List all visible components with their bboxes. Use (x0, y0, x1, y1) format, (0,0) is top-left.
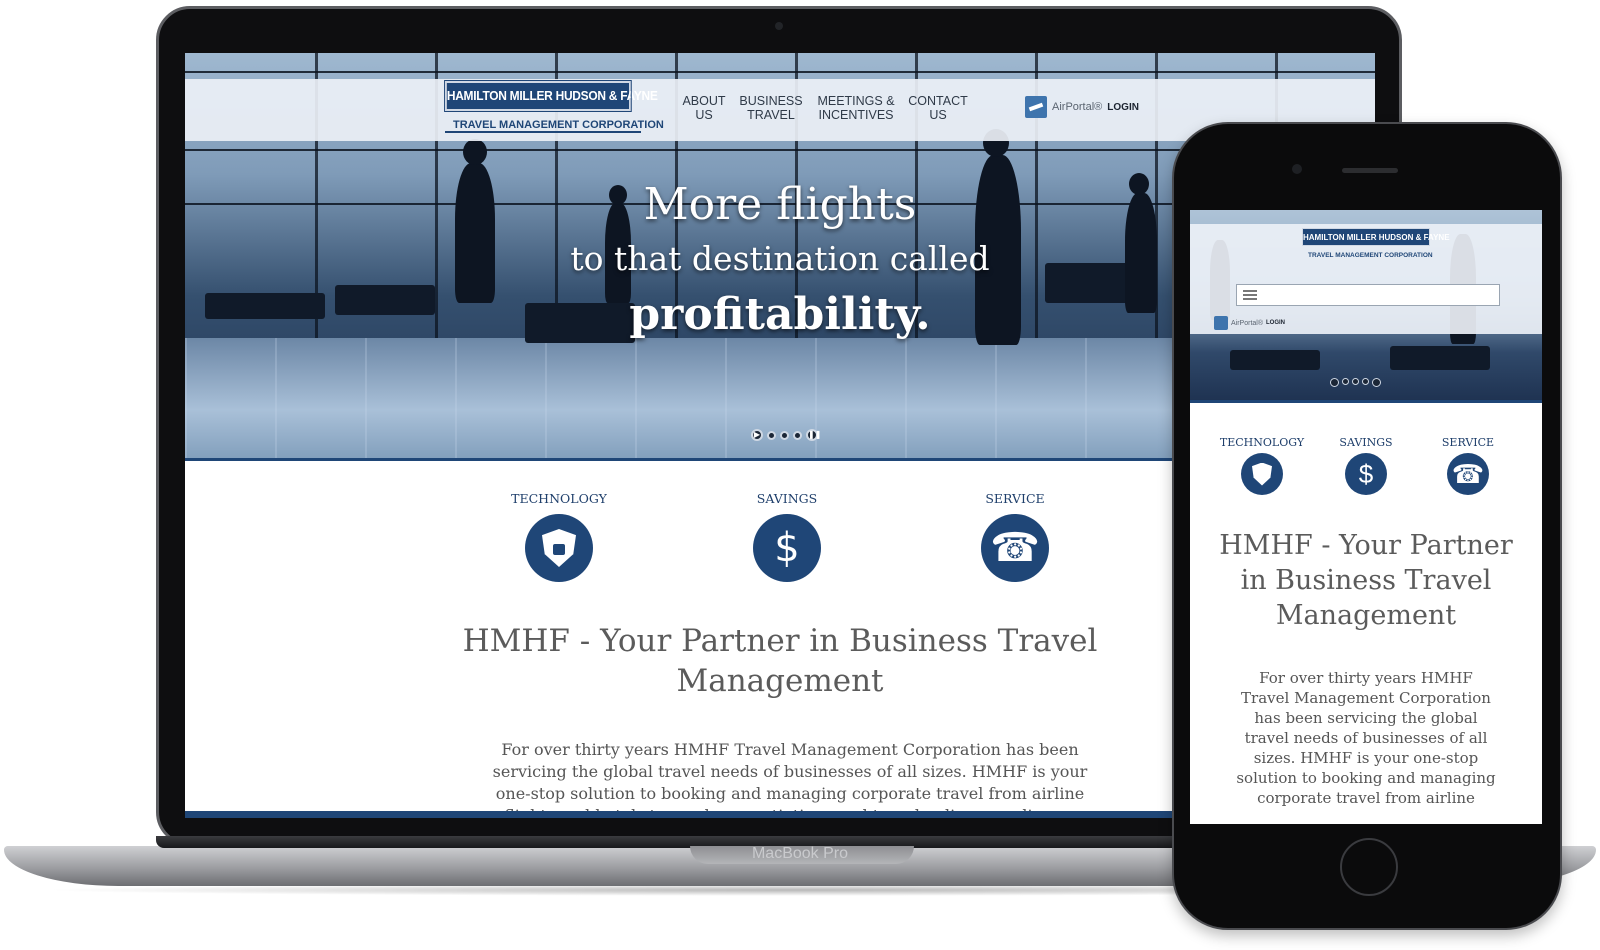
phone-home-button[interactable] (1340, 838, 1398, 896)
mobile-slider-controls (1330, 378, 1381, 387)
phone-camera (1292, 164, 1302, 174)
phone-screen: HAMILTON MILLER HUDSON & FAYNE TRAVEL MA… (1190, 210, 1542, 824)
feature-title: SERVICE (985, 491, 1045, 506)
logo-underline (445, 131, 641, 133)
slider-controls: ▶ ❚❚ (751, 429, 821, 441)
slider-dot[interactable] (1362, 378, 1369, 385)
logo-subtitle: TRAVEL MANAGEMENT CORPORATION (1308, 252, 1433, 259)
feature-title: TECHNOLOGY (511, 491, 607, 506)
laptop-model-label: MacBook Pro (751, 845, 849, 862)
feature-title: SAVINGS (1339, 436, 1393, 449)
feature-title: SAVINGS (756, 491, 818, 506)
laptop-camera (775, 22, 783, 30)
slider-dot[interactable] (1352, 378, 1359, 385)
phone-speaker (1342, 168, 1398, 173)
slider-dot[interactable] (793, 430, 802, 440)
hero-bottom-rule (1190, 400, 1542, 403)
nav-about-us[interactable]: ABOUT US (679, 94, 729, 122)
slider-dot[interactable] (1342, 378, 1349, 385)
feature-savings: SAVINGS $ (707, 491, 867, 582)
page-heading: HMHF - Your Partner in Business Travel M… (462, 623, 1098, 699)
feature-technology: TECHNOLOGY (1212, 436, 1312, 495)
window-frame (185, 71, 1375, 73)
logo-subtitle: TRAVEL MANAGEMENT CORPORATION (453, 119, 664, 131)
slider-pause-button[interactable] (1372, 378, 1381, 387)
feature-technology: TECHNOLOGY (479, 491, 639, 582)
dollar-icon[interactable]: $ (1345, 453, 1387, 495)
nav-meetings-incentives[interactable]: MEETINGS & INCENTIVES (815, 94, 897, 122)
airportal-login-label: LOGIN (1107, 101, 1139, 113)
airplane-icon (1025, 96, 1047, 118)
airportal-brand: AirPortal® (1231, 319, 1263, 327)
seat-row (1390, 346, 1490, 370)
lock-shield-icon[interactable] (525, 514, 593, 582)
nav-contact-us[interactable]: CONTACT US (907, 94, 969, 122)
phone: HAMILTON MILLER HUDSON & FAYNE TRAVEL MA… (1172, 122, 1562, 930)
logo[interactable]: HAMILTON MILLER HUDSON & FAYNE (1302, 228, 1450, 246)
device-mockup-stage: More flights to that destination called … (0, 0, 1600, 950)
feature-service: SERVICE ☎ (935, 491, 1095, 582)
slider-dot[interactable] (780, 430, 789, 440)
feature-savings: SAVINGS $ (1316, 436, 1416, 495)
lock-shield-icon[interactable] (1241, 453, 1283, 495)
slider-dot[interactable] (767, 430, 776, 440)
hamburger-icon (1243, 290, 1257, 300)
feature-title: TECHNOLOGY (1219, 436, 1305, 449)
slider-play-button[interactable] (1330, 378, 1339, 387)
headset-icon[interactable]: ☎ (1447, 453, 1489, 495)
logo[interactable]: HAMILTON MILLER HUDSON & FAYNE (444, 80, 658, 112)
mobile-site-header: HAMILTON MILLER HUDSON & FAYNE TRAVEL MA… (1190, 224, 1542, 334)
feature-title: SERVICE (1441, 436, 1495, 449)
seat-row (1230, 350, 1320, 370)
airportal-brand: AirPortal® (1052, 101, 1103, 113)
feature-service: SERVICE ☎ (1418, 436, 1518, 495)
page-heading: HMHF - Your Partner in Business Travel M… (1219, 530, 1513, 631)
headset-icon[interactable]: ☎ (981, 514, 1049, 582)
airportal-login-link[interactable]: AirPortal® LOGIN (1214, 316, 1285, 330)
hamburger-menu-button[interactable] (1236, 284, 1500, 306)
slider-pause-button[interactable]: ❚❚ (806, 429, 821, 441)
airportal-login-link[interactable]: AirPortal® LOGIN (1025, 95, 1139, 119)
intro-paragraph: For over thirty years HMHF Travel Manage… (1236, 669, 1496, 807)
airportal-login-label: LOGIN (1266, 320, 1285, 326)
slider-play-button[interactable]: ▶ (751, 429, 763, 441)
airplane-icon (1214, 316, 1228, 330)
intro-paragraph: For over thirty years HMHF Travel Manage… (492, 740, 1088, 818)
dollar-icon[interactable]: $ (753, 514, 821, 582)
traveler-silhouette-head (463, 139, 487, 165)
nav-business-travel[interactable]: BUSINESS TRAVEL (738, 94, 804, 122)
